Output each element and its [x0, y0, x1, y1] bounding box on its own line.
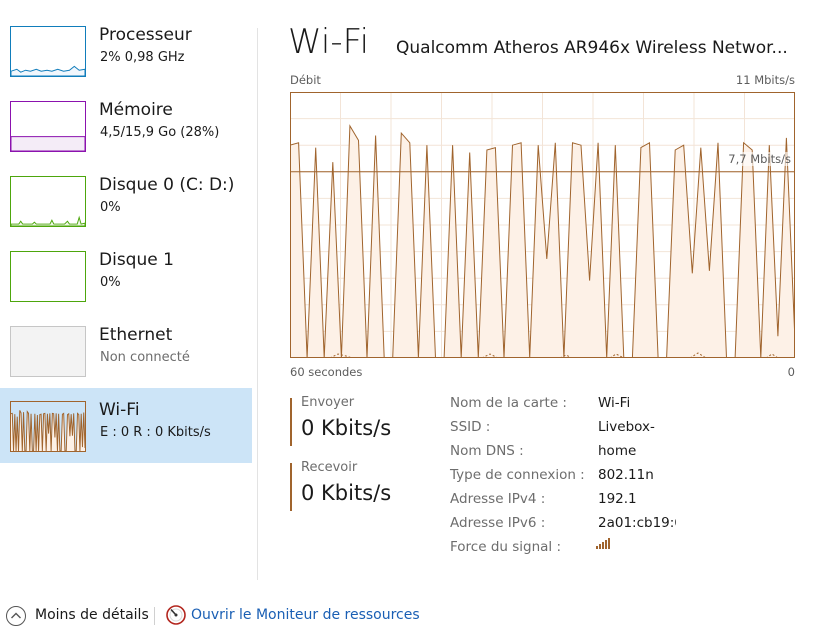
prop-value-ipv4: 192.1 — [598, 491, 637, 507]
sidebar-item-title: Mémoire — [99, 100, 173, 120]
prop-value-ssid: Livebox- — [598, 419, 655, 435]
sidebar-item-subtitle: 4,5/15,9 Go (28%) — [100, 125, 220, 140]
page-title: Wi-Fi — [288, 22, 370, 62]
sidebar-item-subtitle: E : 0 R : 0 Kbits/s — [100, 425, 211, 440]
footer-divider — [154, 607, 155, 625]
send-rate-block: Envoyer 0 Kbits/s — [290, 395, 442, 446]
sidebar-item-subtitle: Non connecté — [100, 350, 190, 365]
prop-label-ipv4: Adresse IPv4 : — [450, 491, 546, 507]
sidebar-item-title: Disque 0 (C: D:) — [99, 175, 235, 195]
sidebar-item-ethernet[interactable]: Ethernet Non connecté — [0, 313, 252, 388]
receive-label: Recevoir — [301, 460, 358, 475]
chart-time-span-label: 60 secondes — [290, 365, 363, 379]
signal-bars-icon — [596, 534, 614, 549]
prop-label-signal-strength: Force du signal : — [450, 539, 562, 555]
prop-value-connection-type: 802.11n — [598, 467, 654, 483]
throughput-chart: 7,7 Mbits/s — [290, 92, 795, 358]
adapter-name: Qualcomm Atheros AR946x Wireless Networ.… — [396, 38, 788, 58]
sidebar-item-subtitle: 2% 0,98 GHz — [100, 50, 185, 65]
disk0-thumbnail-graph — [10, 176, 86, 227]
sidebar-item-title: Wi-Fi — [99, 400, 140, 420]
chart-scale-label: 7,7 Mbits/s — [728, 152, 791, 166]
sidebar-item-processeur[interactable]: Processeur 2% 0,98 GHz — [0, 13, 252, 88]
sidebar-item-subtitle: 0% — [100, 200, 121, 215]
sidebar-item-wifi[interactable]: Wi-Fi E : 0 R : 0 Kbits/s — [0, 388, 252, 463]
panel-divider — [257, 28, 258, 580]
send-value: 0 Kbits/s — [301, 416, 392, 440]
chart-max-label: 11 Mbits/s — [735, 73, 795, 87]
sidebar-item-disque-1[interactable]: Disque 1 0% — [0, 238, 252, 313]
open-resource-monitor-link[interactable]: Ouvrir le Moniteur de ressources — [191, 607, 420, 623]
sidebar-item-title: Disque 1 — [99, 250, 174, 270]
sidebar-item-title: Ethernet — [99, 325, 173, 345]
prop-value-dns: home — [598, 443, 637, 459]
sidebar-item-memoire[interactable]: Mémoire 4,5/15,9 Go (28%) — [0, 88, 252, 163]
ethernet-thumbnail-graph — [10, 326, 86, 377]
cpu-thumbnail-graph — [10, 26, 86, 77]
chevron-up-circle-icon[interactable] — [5, 605, 27, 627]
prop-label-connection-type: Type de connexion : — [450, 467, 585, 483]
prop-label-adapter-name: Nom de la carte : — [450, 395, 567, 411]
prop-label-ipv6: Adresse IPv6 : — [450, 515, 546, 531]
prop-label-dns: Nom DNS : — [450, 443, 524, 459]
receive-value: 0 Kbits/s — [301, 481, 392, 505]
chart-time-end-label: 0 — [787, 365, 795, 379]
send-label: Envoyer — [301, 395, 355, 410]
prop-value-ipv6: 2a01:cb19:6 — [598, 515, 676, 531]
memory-thumbnail-graph — [10, 101, 86, 152]
receive-rate-block: Recevoir 0 Kbits/s — [290, 460, 442, 511]
less-details-button[interactable]: Moins de détails — [35, 607, 149, 623]
sidebar-item-title: Processeur — [99, 25, 192, 45]
disk1-thumbnail-graph — [10, 251, 86, 302]
throughput-chart-svg — [290, 92, 795, 358]
wifi-thumbnail-graph — [10, 401, 86, 452]
chart-title: Débit — [290, 73, 321, 87]
resource-monitor-icon[interactable] — [165, 604, 187, 626]
prop-label-ssid: SSID : — [450, 419, 491, 435]
performance-sidebar: Processeur 2% 0,98 GHz Mémoire 4,5/15,9 … — [0, 0, 252, 470]
prop-value-adapter-name: Wi-Fi — [598, 395, 631, 411]
sidebar-item-subtitle: 0% — [100, 275, 121, 290]
sidebar-item-disque-0[interactable]: Disque 0 (C: D:) 0% — [0, 163, 252, 238]
